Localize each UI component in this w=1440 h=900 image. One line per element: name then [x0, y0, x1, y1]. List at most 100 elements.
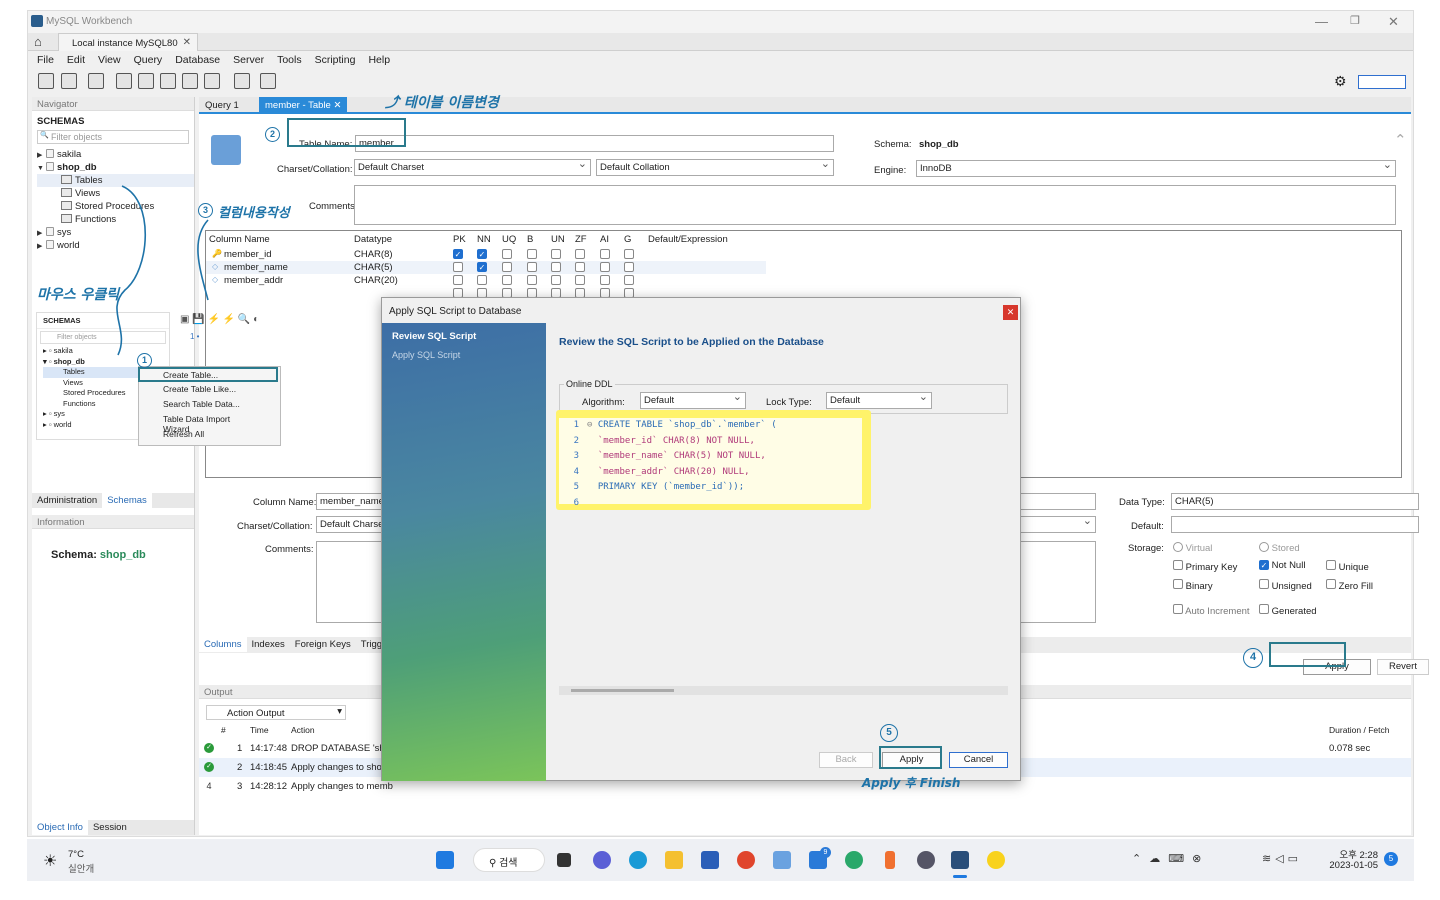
menu-edit[interactable]: Edit — [63, 52, 89, 68]
create-function-icon[interactable] — [204, 73, 220, 89]
file-explorer-icon[interactable] — [665, 851, 683, 869]
close-tab-icon[interactable]: ✕ — [183, 37, 191, 48]
engine-select[interactable]: InnoDB — [916, 158, 1396, 177]
tab-schemas[interactable]: Schemas — [102, 493, 152, 508]
column-flag-checkbox[interactable] — [624, 275, 634, 285]
clock-date[interactable]: 2023-01-05 — [1324, 860, 1378, 871]
clock-time[interactable]: 오후 2:28 — [1332, 847, 1378, 861]
task-view-icon[interactable] — [557, 853, 571, 867]
create-table-icon[interactable] — [138, 73, 154, 89]
panel-toggle-icon[interactable] — [1358, 75, 1406, 89]
column-flag-checkbox[interactable] — [575, 275, 585, 285]
algorithm-select[interactable]: Default — [640, 390, 746, 409]
menu-search-table-data[interactable]: Search Table Data... — [139, 397, 280, 412]
restore-icon[interactable]: ❐ — [1350, 14, 1360, 27]
tab-indexes[interactable]: Indexes — [247, 637, 290, 652]
column-flag-checkbox[interactable] — [453, 249, 463, 259]
column-flag-checkbox[interactable] — [575, 262, 585, 272]
tab-session[interactable]: Session — [88, 820, 132, 835]
default-input[interactable] — [1171, 516, 1419, 533]
create-view-icon[interactable] — [160, 73, 176, 89]
tab-administration[interactable]: Administration — [32, 493, 102, 508]
column-flag-checkbox[interactable] — [502, 262, 512, 272]
column-datatype-cell[interactable]: CHAR(8) — [354, 249, 393, 260]
menu-database[interactable]: Database — [171, 52, 224, 68]
create-schema-icon[interactable] — [116, 73, 132, 89]
photos-icon[interactable] — [773, 851, 791, 869]
menu-file[interactable]: File — [33, 52, 58, 68]
column-flag-checkbox[interactable] — [527, 249, 537, 259]
network-volume-battery-icons[interactable]: ≋◁▭ — [1262, 852, 1302, 865]
cancel-button[interactable]: Cancel — [949, 752, 1008, 768]
tree-item-shop-db[interactable]: ▼ shop_db — [37, 161, 194, 174]
column-name-cell[interactable]: member_id — [224, 249, 272, 260]
menu-help[interactable]: Help — [364, 52, 394, 68]
menu-refresh-all[interactable]: Refresh All — [139, 427, 280, 442]
chat-icon[interactable] — [593, 851, 611, 869]
column-flag-checkbox[interactable] — [600, 262, 610, 272]
close-icon[interactable]: ✕ — [1388, 14, 1399, 30]
store-icon[interactable] — [701, 851, 719, 869]
column-flag-checkbox[interactable] — [575, 249, 585, 259]
column-flag-checkbox[interactable] — [477, 249, 487, 259]
menu-import-wizard[interactable]: Table Data Import Wizard — [139, 412, 280, 434]
tab-foreign-keys[interactable]: Foreign Keys — [290, 637, 356, 652]
column-row[interactable]: ◇ member_addr CHAR(20) — [206, 274, 766, 287]
column-flag-checkbox[interactable] — [477, 262, 487, 272]
open-sql-file-icon[interactable] — [61, 73, 77, 89]
datatype-input[interactable]: CHAR(5) — [1171, 493, 1419, 510]
column-flag-checkbox[interactable] — [527, 262, 537, 272]
column-name-cell[interactable]: member_addr — [224, 275, 283, 286]
column-flag-checkbox[interactable] — [624, 262, 634, 272]
create-procedure-icon[interactable] — [182, 73, 198, 89]
zero-fill-checkbox[interactable]: Zero Fill — [1326, 579, 1373, 592]
column-flag-checkbox[interactable] — [551, 262, 561, 272]
menu-scripting[interactable]: Scripting — [311, 52, 360, 68]
taskbar-search[interactable]: ⚲ 검색 — [473, 848, 545, 872]
column-flag-checkbox[interactable] — [502, 249, 512, 259]
column-flag-checkbox[interactable] — [624, 249, 634, 259]
column-flag-checkbox[interactable] — [551, 275, 561, 285]
tab-member-table[interactable]: member - Table ✕ — [259, 97, 348, 112]
column-flag-checkbox[interactable] — [453, 262, 463, 272]
menu-query[interactable]: Query — [130, 52, 167, 68]
charset-select[interactable]: Default Charset — [354, 157, 591, 176]
column-name-cell[interactable]: member_name — [224, 262, 288, 273]
edge-icon[interactable] — [629, 851, 647, 869]
unique-checkbox[interactable]: Unique — [1326, 560, 1369, 573]
dialog-close-icon[interactable]: ✕ — [1003, 305, 1018, 320]
column-flag-checkbox[interactable] — [453, 275, 463, 285]
collation-select[interactable]: Default Collation — [596, 157, 834, 176]
inspector-icon[interactable] — [88, 73, 104, 89]
connection-tab[interactable]: Local instance MySQL80 ✕ — [58, 33, 198, 51]
new-sql-tab-icon[interactable] — [38, 73, 54, 89]
tab-query-1[interactable]: Query 1 — [205, 100, 239, 111]
column-flag-checkbox[interactable] — [477, 275, 487, 285]
chrome-icon[interactable] — [737, 851, 755, 869]
auto-increment-checkbox[interactable]: Auto Increment — [1173, 604, 1250, 617]
storage-stored[interactable]: Stored — [1259, 542, 1300, 554]
output-selector[interactable]: Action Output ▾ — [206, 705, 346, 720]
app-icon-green[interactable] — [845, 851, 863, 869]
column-row[interactable]: ◇ member_name CHAR(5) — [206, 261, 766, 274]
tab-object-info[interactable]: Object Info — [32, 820, 88, 835]
back-button[interactable]: Back — [819, 752, 873, 768]
settings-icon[interactable]: ⚙ — [1334, 73, 1347, 90]
minimize-icon[interactable]: — — [1315, 14, 1328, 29]
kakaotalk-icon[interactable] — [987, 851, 1005, 869]
collapse-icon[interactable]: ⌃ — [1394, 131, 1407, 149]
not-null-checkbox[interactable]: Not Null — [1259, 560, 1305, 571]
column-flag-checkbox[interactable] — [502, 275, 512, 285]
start-icon[interactable] — [436, 851, 454, 869]
filter-objects-input[interactable]: Filter objects — [37, 130, 189, 144]
mysql-workbench-taskbar-icon[interactable] — [951, 851, 969, 869]
settings-app-icon[interactable] — [917, 851, 935, 869]
sql-horizontal-scrollbar[interactable] — [559, 686, 1008, 695]
table-name-input[interactable]: member — [355, 135, 834, 152]
column-flag-checkbox[interactable] — [551, 249, 561, 259]
menu-server[interactable]: Server — [229, 52, 268, 68]
tree-item-sakila[interactable]: ▶ sakila — [37, 148, 194, 161]
column-flag-checkbox[interactable] — [600, 275, 610, 285]
table-comments-input[interactable] — [354, 185, 1396, 225]
revert-button[interactable]: Revert — [1377, 659, 1429, 675]
